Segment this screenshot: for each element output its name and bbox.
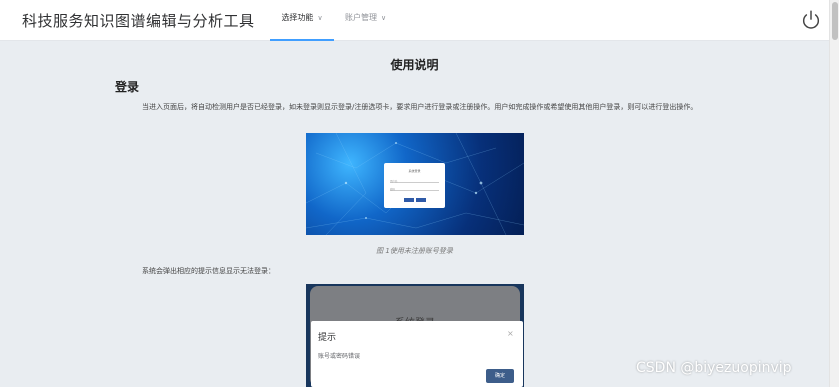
scrollbar-thumb[interactable] bbox=[832, 2, 838, 40]
login-card-button-login bbox=[404, 198, 414, 202]
dialog-confirm-button: 确定 bbox=[486, 369, 514, 383]
chevron-down-icon: ∨ bbox=[381, 14, 387, 22]
error-description: 系统会弹出相应的提示信息显示无法登录： bbox=[142, 267, 275, 275]
login-card-title: 系统登录 bbox=[408, 169, 421, 173]
app-title: 科技服务知识图谱编辑与分析工具 bbox=[22, 12, 255, 30]
section-title-login: 登录 bbox=[115, 80, 140, 94]
login-description: 当进入页面后，将自动检测用户是否已经登录，如未登录则显示登录/注册选项卡，要求用… bbox=[142, 103, 698, 111]
dialog-title: 提示 bbox=[318, 333, 337, 343]
csdn-watermark: CSDN @biyezuopinvip bbox=[636, 360, 792, 376]
top-header: 科技服务知识图谱编辑与分析工具 选择功能 ∨ 账户管理 ∨ bbox=[0, 0, 829, 41]
vertical-scrollbar[interactable] bbox=[829, 0, 839, 387]
figure-caption: 图 1使用未注册账号登录 bbox=[376, 247, 453, 255]
login-card-preview: 系统登录 用户名 密码 bbox=[384, 163, 445, 208]
power-icon[interactable] bbox=[800, 9, 822, 31]
login-card-username-field: 用户名 bbox=[390, 179, 439, 183]
error-dialog-preview: 提示 × 账号或密码错误 确定 bbox=[311, 321, 523, 387]
login-card-password-field: 密码 bbox=[390, 187, 439, 191]
nav-account-management-label: 账户管理 bbox=[345, 13, 377, 22]
chevron-down-icon: ∨ bbox=[317, 14, 323, 22]
nav-select-function[interactable]: 选择功能 ∨ bbox=[270, 0, 334, 41]
login-card-button-register bbox=[416, 198, 426, 202]
nav-account-management[interactable]: 账户管理 ∨ bbox=[345, 0, 393, 41]
dialog-message: 账号或密码错误 bbox=[318, 353, 361, 360]
close-icon: × bbox=[507, 329, 514, 338]
doc-title: 使用说明 bbox=[390, 58, 439, 72]
nav-select-function-label: 选择功能 bbox=[281, 13, 314, 22]
